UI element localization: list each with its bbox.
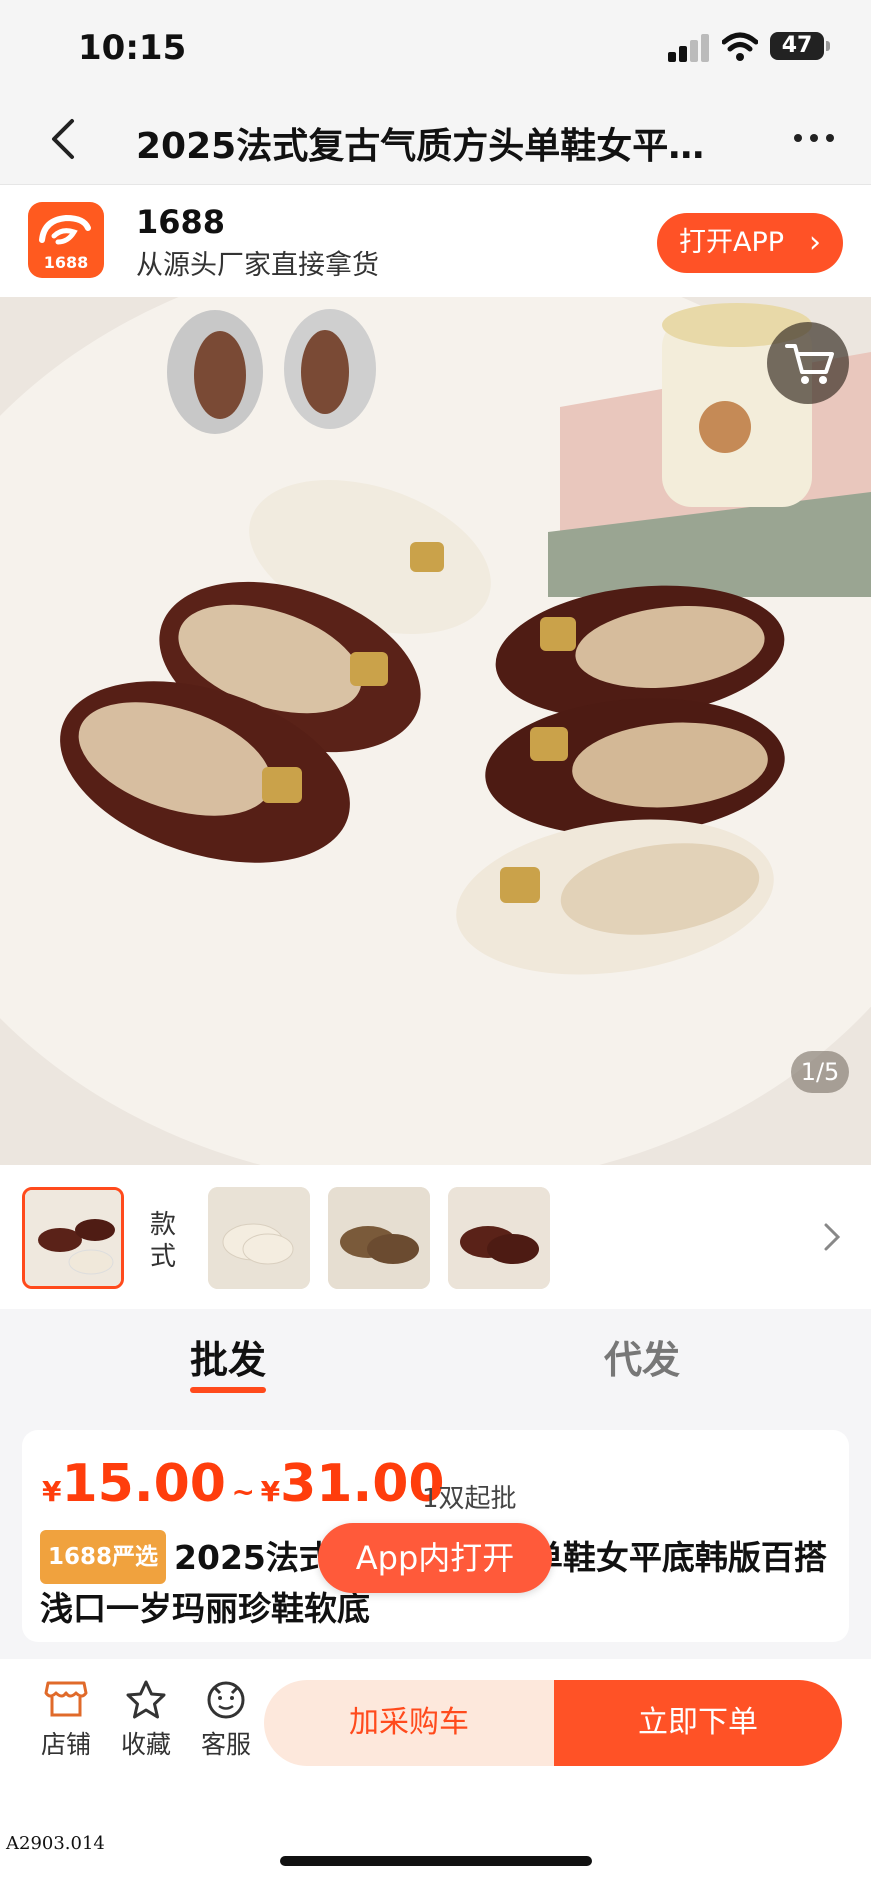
back-icon[interactable] — [44, 117, 84, 161]
thumbnail-image — [448, 1187, 550, 1289]
more-icon[interactable] — [792, 123, 836, 153]
thumbnail-3[interactable] — [328, 1187, 430, 1289]
thumbnail-4[interactable] — [448, 1187, 550, 1289]
min-order-qty: 1双起批 — [422, 1484, 517, 1514]
product-photo — [0, 297, 871, 1165]
thumbnail-image — [25, 1190, 121, 1286]
thumbnail-image — [208, 1187, 310, 1289]
style-label: 款式 — [150, 1210, 177, 1272]
currency-symbol: ¥ — [260, 1475, 281, 1508]
app-logo: 1688 — [28, 202, 104, 278]
shop-icon — [44, 1681, 88, 1717]
wifi-icon — [722, 32, 758, 61]
open-app-label: 打开APP — [679, 227, 785, 258]
logo-text: 1688 — [43, 253, 89, 272]
brand-name: 1688 — [136, 203, 226, 241]
shop-label: 店铺 — [40, 1730, 91, 1759]
open-app-button[interactable]: 打开APP › — [657, 213, 843, 273]
service-icon — [207, 1681, 245, 1719]
add-to-cart-button[interactable]: 加采购车 — [264, 1680, 554, 1766]
status-bar: 10:15 47 — [0, 0, 871, 95]
star-icon — [126, 1680, 166, 1719]
tab-underline — [190, 1387, 266, 1393]
cart-icon — [785, 344, 834, 384]
signal-icon — [668, 34, 712, 62]
price-range: ¥15.00 ~ ¥31.00 — [42, 1454, 445, 1514]
image-watermark: A2903.014 — [6, 1833, 105, 1854]
favorite-label: 收藏 — [120, 1730, 171, 1759]
service-label: 客服 — [200, 1730, 251, 1759]
thumbnail-1[interactable] — [22, 1187, 124, 1289]
product-image[interactable] — [0, 297, 871, 1165]
image-pager: 1/5 — [791, 1051, 849, 1093]
page-title: 2025法式复古气质方头单鞋女平… — [136, 126, 705, 167]
selection-badge: 1688严选 — [40, 1530, 167, 1584]
nav-bar: 2025法式复古气质方头单鞋女平… — [0, 95, 871, 185]
favorite-button[interactable]: 收藏 — [116, 1679, 176, 1761]
purchase-tabs: 批发 代发 — [0, 1309, 871, 1404]
status-time: 10:15 — [78, 28, 187, 68]
chevron-right-icon: › — [809, 225, 821, 260]
shop-button[interactable]: 店铺 — [36, 1679, 96, 1761]
price-high: 31.00 — [280, 1454, 445, 1514]
chevron-right-icon[interactable] — [820, 1219, 844, 1255]
brand-slogan: 从源头厂家直接拿货 — [136, 250, 379, 281]
cart-button[interactable] — [767, 322, 849, 404]
thumbnail-image — [328, 1187, 430, 1289]
buy-now-button[interactable]: 立即下单 — [554, 1680, 842, 1766]
open-in-app-button[interactable]: App内打开 — [318, 1523, 552, 1593]
tab-dropship[interactable]: 代发 — [604, 1329, 680, 1384]
customer-service-button[interactable]: 客服 — [196, 1679, 256, 1761]
price-tilde: ~ — [231, 1475, 256, 1508]
style-thumbnails: 款式 — [0, 1165, 871, 1309]
app-banner: 1688 1688 从源头厂家直接拿货 打开APP › — [0, 185, 871, 297]
currency-symbol: ¥ — [42, 1475, 62, 1508]
tab-wholesale[interactable]: 批发 — [190, 1329, 266, 1384]
battery-icon: 47 — [770, 32, 830, 60]
thumbnail-2[interactable] — [208, 1187, 310, 1289]
bottom-action-bar: 店铺 收藏 客服 加采购车 立即下单 — [0, 1659, 871, 1799]
home-indicator[interactable] — [280, 1856, 592, 1866]
price-low: 15.00 — [61, 1454, 226, 1514]
